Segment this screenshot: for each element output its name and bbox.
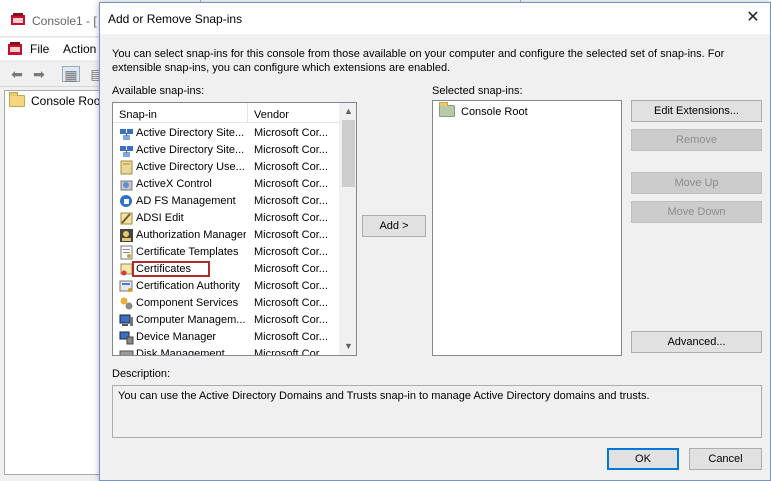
mmc-app-icon <box>11 13 25 25</box>
snapin-name: Active Directory Site... <box>136 144 245 156</box>
computer-management-icon <box>119 314 133 326</box>
snapin-name: ADSI Edit <box>136 212 184 224</box>
move-down-button[interactable]: Move Down <box>631 201 762 223</box>
remove-button[interactable]: Remove <box>631 129 762 151</box>
snapin-row[interactable]: ADSI Edit Microsoft Cor... <box>113 210 339 227</box>
snapin-vendor: Microsoft Cor... <box>254 195 328 207</box>
snapin-name: Device Manager <box>136 331 217 343</box>
snapin-row[interactable]: AD FS Management Microsoft Cor... <box>113 193 339 210</box>
snapin-vendor: Microsoft Cor... <box>254 144 328 156</box>
snapin-vendor: Microsoft Cor... <box>254 314 328 326</box>
snapin-name: Authorization Manager <box>136 229 246 241</box>
snapin-name: Active Directory Site... <box>136 127 245 139</box>
dialog-titlebar: Add or Remove Snap-ins ✕ <box>100 3 770 34</box>
ad-sites-icon <box>120 146 133 157</box>
snapin-vendor: Microsoft Cor... <box>254 246 328 258</box>
add-remove-snapins-dialog: Add or Remove Snap-ins ✕ You can select … <box>99 2 771 481</box>
advanced-button[interactable]: Advanced... <box>631 331 762 353</box>
edit-extensions-button[interactable]: Edit Extensions... <box>631 100 762 122</box>
available-snapins-list[interactable]: Snap-in Vendor Active Directory Site... M… <box>112 102 357 356</box>
snapin-row[interactable]: Disk Management Microsoft Cor... <box>113 346 339 356</box>
snapin-name: Certification Authority <box>136 280 240 292</box>
snapin-row[interactable]: Device Manager Microsoft Cor... <box>113 329 339 346</box>
snapin-name: Certificate Templates <box>136 246 239 258</box>
ok-button[interactable]: OK <box>607 448 679 470</box>
snapin-vendor: Microsoft Cor... <box>254 331 328 343</box>
disk-management-icon <box>119 350 134 355</box>
list-scrollbar[interactable]: ▲ ▼ <box>339 103 356 355</box>
snapin-row[interactable]: Authorization Manager Microsoft Cor... <box>113 227 339 244</box>
snapin-name: Certificates <box>132 261 210 277</box>
dialog-title: Add or Remove Snap-ins <box>108 12 243 26</box>
add-button[interactable]: Add > <box>362 215 426 237</box>
snapin-vendor: Microsoft Cor... <box>254 161 328 173</box>
mmc-menu-icon[interactable] <box>7 41 23 56</box>
menu-file[interactable]: File <box>30 42 49 56</box>
selected-snapins-list[interactable]: Console Root <box>432 100 622 356</box>
snapin-name: ActiveX Control <box>136 178 212 190</box>
column-header-snapin[interactable]: Snap-in <box>119 109 157 121</box>
snapin-row[interactable]: Certificate Templates Microsoft Cor... <box>113 244 339 261</box>
snapin-vendor: Microsoft Cor... <box>254 229 328 241</box>
device-manager-icon <box>119 331 134 345</box>
console-tree-pane: Console Root <box>4 90 104 475</box>
console-root-icon <box>439 102 455 117</box>
scroll-thumb[interactable] <box>342 120 355 187</box>
ad-sites-icon <box>120 129 133 140</box>
snapin-row[interactable]: Active Directory Use... Microsoft Cor... <box>113 159 339 176</box>
console-title: Console1 - [ <box>32 14 97 28</box>
move-up-button[interactable]: Move Up <box>631 172 762 194</box>
scroll-up-icon[interactable]: ▲ <box>340 103 356 120</box>
snapin-vendor: Microsoft Cor... <box>254 212 328 224</box>
tree-node-console-root[interactable]: Console Root <box>9 92 104 108</box>
snapin-name: AD FS Management <box>136 195 236 207</box>
snapin-vendor: Microsoft Cor... <box>254 127 328 139</box>
snapin-row[interactable]: Component Services Microsoft Cor... <box>113 295 339 312</box>
show-hide-tree-icon[interactable]: ▦ <box>62 66 80 83</box>
snapin-row[interactable]: Certification Authority Microsoft Cor... <box>113 278 339 295</box>
snapin-vendor: Microsoft Cor... <box>254 297 328 309</box>
column-header-vendor[interactable]: Vendor <box>254 109 289 121</box>
available-snapins-label: Available snap-ins: <box>112 85 205 97</box>
snapin-row[interactable]: Active Directory Site... Microsoft Cor... <box>113 125 339 142</box>
description-box: You can use the Active Directory Domains… <box>112 385 762 438</box>
certificate-templates-icon <box>120 245 133 260</box>
snapin-row[interactable]: ActiveX Control Microsoft Cor... <box>113 176 339 193</box>
snapin-row[interactable]: Active Directory Site... Microsoft Cor... <box>113 142 339 159</box>
adsi-edit-icon <box>120 212 133 225</box>
snapin-row[interactable]: Computer Managem... Microsoft Cor... <box>113 312 339 329</box>
column-separator[interactable] <box>247 103 248 123</box>
certification-authority-icon <box>119 280 133 292</box>
close-icon[interactable]: ✕ <box>742 8 764 28</box>
selected-snapins-label: Selected snap-ins: <box>432 85 523 97</box>
snapin-vendor: Microsoft Cor... <box>254 348 328 356</box>
snapin-name: Component Services <box>136 297 239 309</box>
tree-node-label: Console Root <box>31 94 104 108</box>
selected-item-label: Console Root <box>461 106 528 118</box>
ad-users-icon <box>120 160 133 175</box>
back-arrow-icon[interactable]: ⬅ <box>8 66 26 82</box>
folder-icon <box>9 92 25 107</box>
list-header: Snap-in Vendor <box>113 103 339 123</box>
snapin-name: Computer Managem... <box>136 314 246 326</box>
component-services-icon <box>120 297 133 310</box>
adfs-icon <box>120 195 132 207</box>
menu-action[interactable]: Action <box>63 42 96 56</box>
intro-text: You can select snap-ins for this console… <box>112 48 725 74</box>
snapin-vendor: Microsoft Cor... <box>254 280 328 292</box>
description-label: Description: <box>112 368 171 380</box>
snapin-row[interactable]: Certificates Microsoft Cor... <box>113 261 339 278</box>
selected-item-console-root[interactable]: Console Root <box>439 102 528 118</box>
certificates-icon <box>120 263 133 276</box>
scroll-down-icon[interactable]: ▼ <box>340 338 356 355</box>
snapin-vendor: Microsoft Cor... <box>254 263 328 275</box>
cancel-button[interactable]: Cancel <box>689 448 762 470</box>
forward-arrow-icon[interactable]: ➡ <box>30 66 48 82</box>
snapin-name: Disk Management <box>136 348 225 356</box>
activex-icon <box>120 180 133 191</box>
authorization-icon <box>120 229 133 242</box>
snapin-name: Active Directory Use... <box>136 161 245 173</box>
snapin-vendor: Microsoft Cor... <box>254 178 328 190</box>
